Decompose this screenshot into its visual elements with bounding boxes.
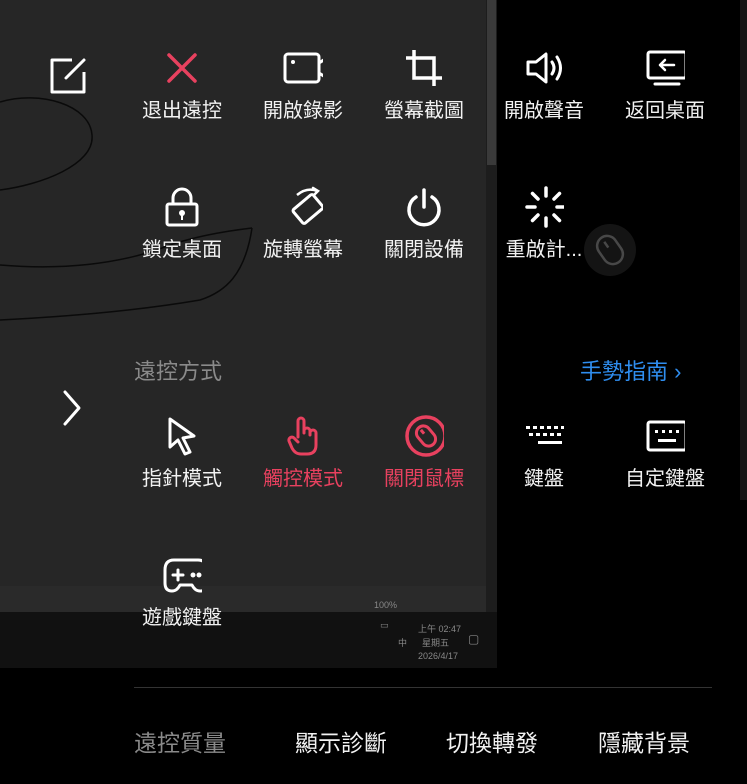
shutdown-device-label: 關閉設備 xyxy=(384,239,464,261)
mouse-off-icon xyxy=(405,415,444,457)
screenshot-button[interactable]: 螢幕截圖 xyxy=(369,48,479,138)
disable-mouse-label: 關閉鼠標 xyxy=(384,468,464,490)
pointer-mode-button[interactable]: 指針模式 xyxy=(127,416,237,506)
start-recording-button[interactable]: 開啟錄影 xyxy=(248,48,358,138)
custom-keyboard-label: 自定鍵盤 xyxy=(625,468,705,490)
speaker-icon xyxy=(526,52,562,84)
gesture-guide-link[interactable]: 手勢指南 › xyxy=(580,354,681,386)
enable-sound-label: 開啟聲音 xyxy=(504,100,584,122)
hide-background-button[interactable]: 隱藏背景 xyxy=(598,724,690,758)
screenshot-label: 螢幕截圖 xyxy=(384,100,464,122)
restart-computer-button[interactable]: 重啟計... xyxy=(489,186,599,277)
pointer-icon xyxy=(168,417,196,456)
switch-relay-button[interactable]: 切換轉發 xyxy=(446,724,538,758)
back-to-desktop-button[interactable]: 返回桌面 xyxy=(610,48,720,138)
shutdown-device-button[interactable]: 關閉設備 xyxy=(369,187,479,277)
video-camera-icon xyxy=(283,52,323,84)
exit-remote-label: 退出遠控 xyxy=(142,100,222,122)
touch-mode-button[interactable]: 觸控模式 xyxy=(248,416,358,506)
rotate-screen-label: 旋轉螢幕 xyxy=(263,239,343,261)
lock-desktop-button[interactable]: 鎖定桌面 xyxy=(127,187,237,277)
exit-remote-button[interactable]: 退出遠控 xyxy=(127,48,237,138)
lock-icon xyxy=(165,187,199,227)
edit-icon xyxy=(50,58,86,94)
start-recording-label: 開啟錄影 xyxy=(263,100,343,122)
restart-computer-label: 重啟計... xyxy=(505,239,583,261)
crop-icon xyxy=(406,50,442,86)
rotate-screen-button[interactable]: 旋轉螢幕 xyxy=(248,186,358,277)
lock-desktop-label: 鎖定桌面 xyxy=(142,239,222,261)
control-mode-title: 遠控方式 xyxy=(134,359,223,384)
desktop-return-icon xyxy=(646,50,685,86)
keyboard-icon xyxy=(526,426,564,444)
game-keyboard-button[interactable]: 遊戲鍵盤 xyxy=(127,555,237,645)
disable-mouse-button[interactable]: 關閉鼠標 xyxy=(369,415,479,506)
show-diagnostics-button[interactable]: 顯示診斷 xyxy=(295,724,387,758)
close-icon xyxy=(167,53,197,83)
bottom-divider xyxy=(134,687,712,688)
custom-keyboard-button[interactable]: 自定鍵盤 xyxy=(610,416,720,506)
touch-hand-icon xyxy=(287,416,318,456)
remote-control-menu: 退出遠控 開啟錄影 螢幕截圖 開啟聲音 返回桌面 鎖定桌面 旋轉螢幕 關閉設備 xyxy=(0,0,747,784)
touch-mode-label: 觸控模式 xyxy=(263,468,343,490)
gamepad-icon xyxy=(163,558,202,593)
keyboard-button[interactable]: 鍵盤 xyxy=(489,416,599,506)
keyboard-label: 鍵盤 xyxy=(524,468,564,490)
power-icon xyxy=(407,188,441,227)
game-keyboard-label: 遊戲鍵盤 xyxy=(142,607,222,629)
chevron-right-icon xyxy=(63,390,81,426)
expand-arrow-button[interactable] xyxy=(58,388,86,428)
remote-quality-label: 遠控質量 xyxy=(134,730,226,756)
pointer-mode-label: 指針模式 xyxy=(142,468,222,490)
edit-button[interactable] xyxy=(48,56,88,96)
rotate-screen-icon xyxy=(291,186,323,225)
custom-keyboard-icon xyxy=(646,420,685,452)
enable-sound-button[interactable]: 開啟聲音 xyxy=(489,48,599,138)
back-to-desktop-label: 返回桌面 xyxy=(625,100,705,122)
loading-spinner-icon xyxy=(525,186,564,228)
